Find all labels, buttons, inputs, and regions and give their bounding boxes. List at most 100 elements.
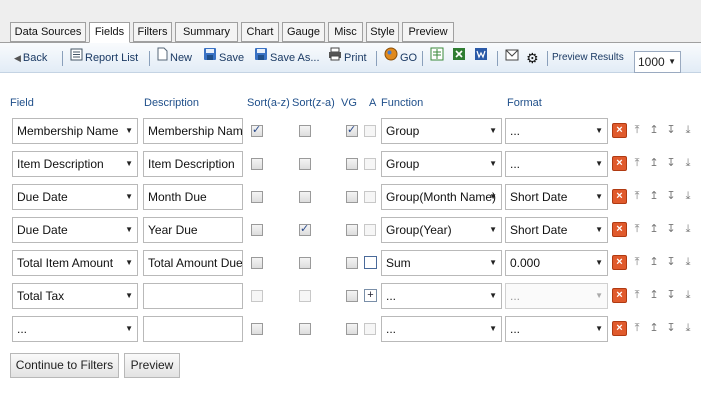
vg-checkbox[interactable] [346, 257, 358, 269]
function-select[interactable]: ... [381, 283, 502, 309]
move-bottom-icon[interactable]: ⤓ [682, 189, 694, 204]
move-down-icon[interactable]: ↧ [665, 288, 677, 303]
export-excel-button[interactable] [452, 43, 468, 73]
move-bottom-icon[interactable]: ⤓ [682, 156, 694, 171]
tab-preview[interactable]: Preview [402, 22, 454, 42]
sort-za-checkbox[interactable] [299, 125, 311, 137]
sort-za-checkbox[interactable] [299, 257, 311, 269]
move-up-icon[interactable]: ↥ [648, 321, 660, 336]
move-up-icon[interactable]: ↥ [648, 123, 660, 138]
tab-fields[interactable]: Fields [89, 22, 130, 43]
description-input[interactable] [143, 316, 243, 342]
function-select[interactable]: Group [381, 151, 502, 177]
delete-row-icon[interactable]: × [612, 288, 627, 303]
tab-chart[interactable]: Chart [241, 22, 279, 42]
sort-az-checkbox[interactable] [251, 257, 263, 269]
format-select[interactable]: ... [505, 283, 608, 309]
format-select[interactable]: Short Date [505, 184, 608, 210]
move-down-icon[interactable]: ↧ [665, 156, 677, 171]
vg-checkbox[interactable] [346, 224, 358, 236]
move-top-icon[interactable]: ⤒ [631, 156, 643, 171]
a-checkbox[interactable] [364, 323, 376, 335]
move-bottom-icon[interactable]: ⤓ [682, 288, 694, 303]
field-select[interactable]: Item Description [12, 151, 138, 177]
go-button[interactable]: GO [384, 43, 417, 73]
field-select[interactable]: Membership Name [12, 118, 138, 144]
delete-row-icon[interactable]: × [612, 255, 627, 270]
move-down-icon[interactable]: ↧ [665, 189, 677, 204]
move-bottom-icon[interactable]: ⤓ [682, 321, 694, 336]
field-select[interactable]: ... [12, 316, 138, 342]
description-input[interactable]: Month Due [143, 184, 243, 210]
delete-row-icon[interactable]: × [612, 321, 627, 336]
continue-to-filters-button[interactable]: Continue to Filters [10, 353, 119, 378]
move-up-icon[interactable]: ↥ [648, 156, 660, 171]
field-select[interactable]: Due Date [12, 184, 138, 210]
tab-data-sources[interactable]: Data Sources [10, 22, 86, 42]
description-input[interactable]: Year Due [143, 217, 243, 243]
tab-misc[interactable]: Misc [328, 22, 363, 42]
delete-row-icon[interactable]: × [612, 123, 627, 138]
move-top-icon[interactable]: ⤒ [631, 222, 643, 237]
description-input[interactable]: Total Amount Due [143, 250, 243, 276]
vg-checkbox[interactable] [346, 123, 358, 137]
move-top-icon[interactable]: ⤒ [631, 321, 643, 336]
tab-style[interactable]: Style [366, 22, 399, 42]
move-down-icon[interactable]: ↧ [665, 255, 677, 270]
sort-az-checkbox[interactable] [251, 224, 263, 236]
a-checkbox[interactable] [364, 125, 376, 137]
sort-az-checkbox[interactable] [251, 323, 263, 335]
preview-results-select[interactable]: 1000 [634, 51, 681, 73]
report-list-button[interactable]: Report List [70, 43, 138, 73]
delete-row-icon[interactable]: × [612, 156, 627, 171]
vg-checkbox[interactable] [346, 191, 358, 203]
function-select[interactable]: Sum [381, 250, 502, 276]
save-as-button[interactable]: Save As... [254, 43, 320, 73]
a-checkbox[interactable] [364, 191, 376, 203]
vg-checkbox[interactable] [346, 158, 358, 170]
sort-za-checkbox[interactable] [299, 191, 311, 203]
sort-az-checkbox[interactable] [251, 191, 263, 203]
export-word-button[interactable] [474, 43, 490, 73]
description-input[interactable]: Membership Name [143, 118, 243, 144]
description-input[interactable] [143, 283, 243, 309]
email-button[interactable] [505, 43, 521, 73]
sort-az-checkbox[interactable] [251, 123, 263, 137]
move-top-icon[interactable]: ⤒ [631, 255, 643, 270]
tab-gauge[interactable]: Gauge [282, 22, 325, 42]
expand-plus-icon[interactable]: + [364, 289, 377, 302]
move-bottom-icon[interactable]: ⤓ [682, 255, 694, 270]
vg-checkbox[interactable] [346, 323, 358, 335]
sort-az-checkbox[interactable] [251, 158, 263, 170]
export-csv-button[interactable] [430, 43, 446, 73]
move-bottom-icon[interactable]: ⤓ [682, 222, 694, 237]
move-bottom-icon[interactable]: ⤓ [682, 123, 694, 138]
new-button[interactable]: New [157, 43, 192, 73]
print-button[interactable]: Print [328, 43, 367, 73]
sort-az-checkbox[interactable] [251, 290, 263, 302]
field-select[interactable]: Due Date [12, 217, 138, 243]
sort-za-checkbox[interactable] [299, 158, 311, 170]
format-select[interactable]: ... [505, 151, 608, 177]
format-select[interactable]: 0.000 [505, 250, 608, 276]
move-down-icon[interactable]: ↧ [665, 321, 677, 336]
description-input[interactable]: Item Description [143, 151, 243, 177]
function-select[interactable]: Group(Year) [381, 217, 502, 243]
delete-row-icon[interactable]: × [612, 189, 627, 204]
move-down-icon[interactable]: ↧ [665, 222, 677, 237]
delete-row-icon[interactable]: × [612, 222, 627, 237]
a-checkbox[interactable] [364, 256, 377, 269]
field-select[interactable]: Total Item Amount [12, 250, 138, 276]
sort-za-checkbox[interactable] [299, 290, 311, 302]
preview-button[interactable]: Preview [124, 353, 180, 378]
sort-za-checkbox[interactable] [299, 222, 311, 236]
move-up-icon[interactable]: ↥ [648, 288, 660, 303]
settings-button[interactable]: ⚙ [526, 43, 541, 73]
tab-summary[interactable]: Summary [175, 22, 238, 42]
move-down-icon[interactable]: ↧ [665, 123, 677, 138]
move-up-icon[interactable]: ↥ [648, 255, 660, 270]
function-select[interactable]: Group(Month Name) [381, 184, 502, 210]
function-select[interactable]: ... [381, 316, 502, 342]
a-checkbox[interactable] [364, 158, 376, 170]
move-up-icon[interactable]: ↥ [648, 222, 660, 237]
